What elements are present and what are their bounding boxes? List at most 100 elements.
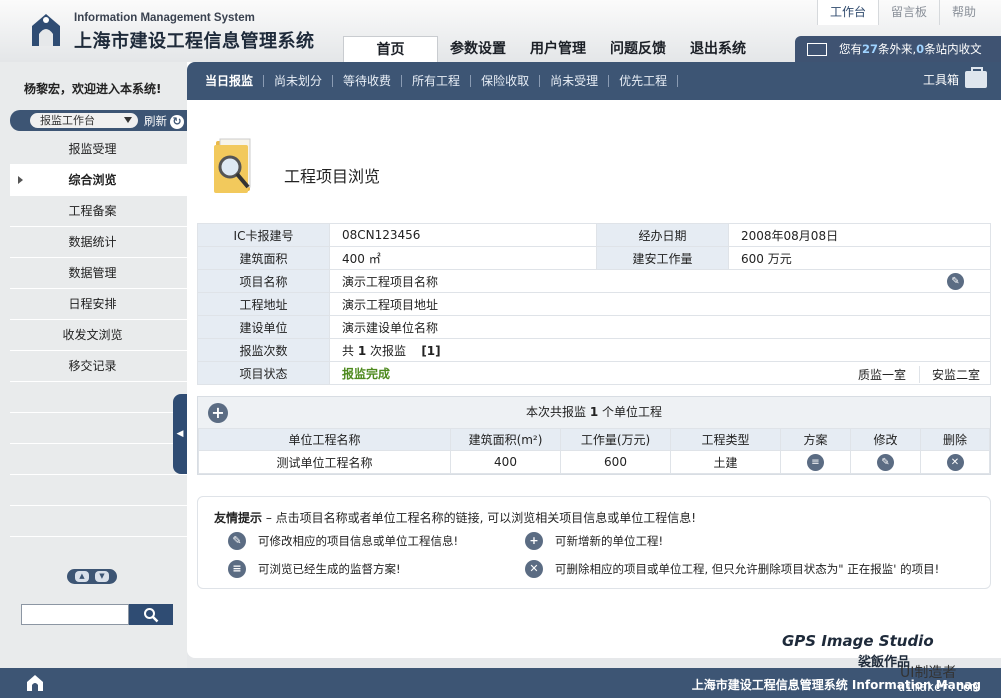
sidebar-item-schedule[interactable]: 日程安排 (10, 289, 187, 320)
menu-spacer (10, 475, 187, 506)
name-label: 项目名称 (197, 269, 330, 293)
summary-count: 1 (589, 405, 599, 419)
search-input[interactable] (21, 604, 129, 625)
plan-cell: ≡ (780, 450, 851, 474)
name-cell: 演示工程项目名称 ✎ (329, 269, 991, 293)
menu-spacer (10, 506, 187, 537)
toolbox-button[interactable]: 工具箱 (923, 67, 987, 88)
nav-home[interactable]: 首页 (343, 36, 438, 62)
search-icon (144, 607, 159, 622)
uimaker-url: uimaker.com (898, 680, 978, 694)
delete-icon[interactable]: ✕ (946, 453, 964, 471)
tip-add-text: 可新增新的单位工程! (555, 534, 664, 548)
sidebar-item-documents[interactable]: 收发文浏览 (10, 320, 187, 351)
menu-spacer (10, 413, 187, 444)
add-icon: + (525, 532, 543, 550)
nav-feedback[interactable]: 问题反馈 (598, 36, 678, 62)
count-link[interactable]: [1] (421, 344, 440, 358)
tip-delete: ✕ 可删除相应的项目或单位工程, 但只允许删除项目状态为" 正在报监' 的项目! (525, 560, 939, 578)
msg-suffix: 条站内收文 (924, 42, 982, 56)
edit-icon: ✎ (228, 532, 246, 550)
scroll-down-icon[interactable]: ▼ (95, 571, 109, 582)
nav-logout[interactable]: 退出系统 (678, 36, 758, 62)
tab-workbench[interactable]: 工作台 (816, 0, 878, 25)
delete-cell: ✕ (920, 450, 990, 474)
workbench-select-value: 报监工作台 (40, 114, 95, 127)
search-button[interactable] (129, 604, 173, 625)
nav-parameters[interactable]: 参数设置 (438, 36, 518, 62)
subnav-not-accepted[interactable]: 尚未受理 (540, 75, 610, 87)
uimaker-mark: UI制造者 (900, 665, 957, 681)
main-nav: 首页 参数设置 用户管理 问题反馈 退出系统 (343, 36, 758, 62)
message-bar[interactable]: 您有 27 条外来, 0 条站内收文 (795, 36, 1001, 62)
refresh-label: 刷新 (144, 113, 167, 128)
sidebar-item-overview[interactable]: 综合浏览 (10, 165, 187, 196)
menu-spacer (10, 444, 187, 475)
date-value: 2008年08月08日 (728, 223, 991, 247)
area-value: 400 ㎡ (329, 246, 597, 270)
addr-value: 演示工程项目地址 (329, 292, 991, 316)
subnav-all-projects[interactable]: 所有工程 (402, 75, 472, 87)
tips-header: 友情提示 – 点击项目名称或者单位工程名称的链接, 可以浏览相关项目信息或单位工… (214, 509, 696, 526)
project-info-table: IC卡报建号 08CN123456 经办日期 2008年08月08日 建筑面积 … (197, 223, 991, 385)
count-cell: 共 1 次报监 [1] (329, 338, 991, 362)
unit-name-link[interactable]: 测试单位工程名称 (198, 450, 451, 474)
tab-help[interactable]: 帮助 (938, 0, 988, 25)
msg-mid: 条外来, (878, 42, 917, 56)
subnav-awaiting-fee[interactable]: 等待收费 (333, 75, 403, 87)
tip-add: + 可新增新的单位工程! (525, 532, 663, 550)
addr-label: 工程地址 (197, 292, 330, 316)
envelope-icon (807, 42, 827, 56)
welcome-text: 杨黎宏，欢迎进入本系统! (24, 82, 162, 96)
date-label: 经办日期 (596, 223, 729, 247)
office-one: 质监一室 (857, 368, 906, 382)
unit-table: 单位工程名称 建筑面积(m²) 工作量(万元) 工程类型 方案 修改 删除 测试… (198, 428, 990, 474)
col-edit: 修改 (850, 428, 921, 451)
home-icon[interactable] (26, 674, 44, 692)
col-delete: 删除 (920, 428, 990, 451)
sidebar: 杨黎宏，欢迎进入本系统! 报监工作台 刷新 ↻ 报监受理 综合浏览 工程备案 数据… (0, 62, 187, 668)
work-value: 600 万元 (728, 246, 991, 270)
edit-icon[interactable]: ✎ (947, 273, 964, 290)
chevron-down-icon (124, 117, 132, 123)
subnav-unassigned[interactable]: 尚未划分 (264, 75, 334, 87)
office-two: 安监二室 (918, 366, 980, 383)
sidebar-item-acceptance[interactable]: 报监受理 (10, 134, 187, 165)
add-icon[interactable]: + (208, 403, 228, 423)
scroll-up-icon[interactable]: ▲ (75, 571, 89, 582)
refresh-button[interactable]: 刷新 ↻ (144, 113, 184, 129)
tips-panel: 友情提示 – 点击项目名称或者单位工程名称的链接, 可以浏览相关项目信息或单位工… (197, 496, 991, 589)
delete-icon: ✕ (525, 560, 543, 578)
subnav-today[interactable]: 当日报监 (201, 75, 265, 87)
logo-icon (32, 14, 60, 46)
col-plan: 方案 (780, 428, 851, 451)
subnav-insurance[interactable]: 保险收取 (471, 75, 541, 87)
sidebar-item-statistics[interactable]: 数据统计 (10, 227, 187, 258)
edit-icon[interactable]: ✎ (877, 453, 894, 471)
col-type: 工程类型 (670, 428, 781, 451)
unit-type: 土建 (670, 450, 781, 474)
sidebar-menu: 报监受理 综合浏览 工程备案 数据统计 数据管理 日程安排 收发文浏览 移交记录 (10, 134, 187, 537)
subnav-priority[interactable]: 优先工程 (609, 75, 679, 87)
table-row: 测试单位工程名称 400 600 土建 ≡ ✎ ✕ (198, 450, 990, 474)
sidebar-item-filing[interactable]: 工程备案 (10, 196, 187, 227)
tab-message-board[interactable]: 留言板 (877, 0, 939, 25)
sidebar-collapse-toggle[interactable]: ◀ (173, 394, 187, 474)
document-icon[interactable]: ≡ (807, 453, 824, 471)
count-number: 1 (357, 343, 367, 358)
msg-outer-count: 27 (862, 42, 879, 56)
col-unit-name: 单位工程名称 (198, 428, 451, 451)
top-tabs: 工作台 留言板 帮助 (816, 0, 988, 25)
header: Information Management System 上海市建设工程信息管… (0, 0, 1001, 62)
ic-value: 08CN123456 (329, 223, 597, 247)
main-content: 当日报监 尚未划分 等待收费 所有工程 保险收取 尚未受理 优先工程 工具箱 工… (187, 62, 1001, 658)
project-name-link[interactable]: 演示工程项目名称 (342, 275, 438, 289)
col-work: 工作量(万元) (560, 428, 671, 451)
tip-view-text: 可浏览已经生成的监督方案! (258, 562, 401, 576)
footer: 上海市建设工程信息管理系统 Information Manag (0, 668, 1001, 698)
sidebar-item-transfer-records[interactable]: 移交记录 (10, 351, 187, 382)
nav-user-management[interactable]: 用户管理 (518, 36, 598, 62)
workbench-select[interactable]: 报监工作台 (30, 113, 138, 128)
count-prefix: 共 (342, 343, 355, 358)
sidebar-item-data-management[interactable]: 数据管理 (10, 258, 187, 289)
